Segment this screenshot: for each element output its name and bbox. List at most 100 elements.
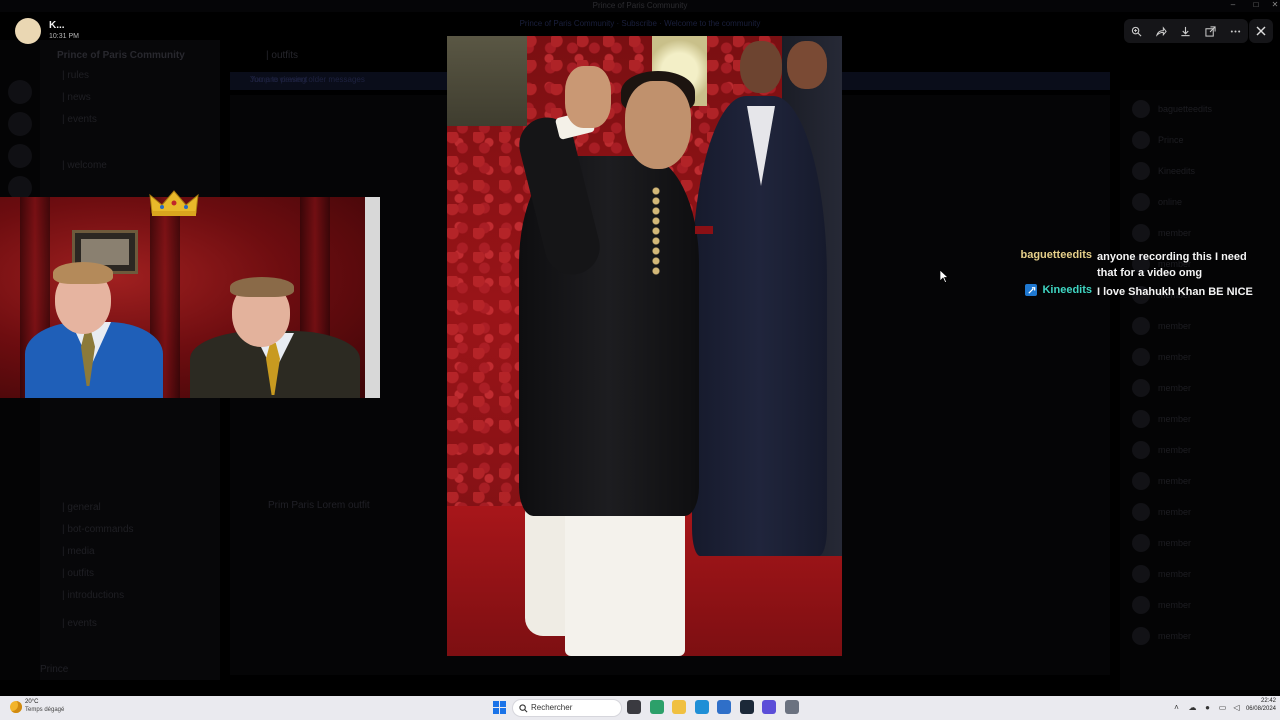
network-icon[interactable]: ▭ <box>1218 703 1227 712</box>
member-item[interactable]: member <box>1132 472 1272 490</box>
member-item[interactable]: member <box>1132 348 1272 366</box>
clock-date[interactable]: 06/08/2024 <box>1240 706 1276 712</box>
member-name: Kineedits <box>1158 166 1196 176</box>
webcam-overlay <box>0 197 380 398</box>
window-titlebar: Prince of Paris Community <box>0 0 1280 12</box>
member-item[interactable]: online <box>1132 193 1272 211</box>
search-label: Rechercher <box>531 703 573 712</box>
server-icon[interactable] <box>8 112 32 136</box>
channel-item[interactable]: | rules <box>62 70 89 81</box>
member-item[interactable]: baguetteedits <box>1132 100 1272 118</box>
member-name: member <box>1158 321 1192 331</box>
open-external-icon[interactable] <box>1203 23 1219 39</box>
member-avatar <box>1132 193 1150 211</box>
member-item[interactable]: member <box>1132 503 1272 521</box>
channel-item[interactable]: | outfits <box>62 568 94 579</box>
zoom-in-icon[interactable] <box>1128 23 1144 39</box>
member-name: member <box>1158 476 1192 486</box>
server-icon[interactable] <box>8 80 32 104</box>
author-avatar[interactable] <box>15 18 41 44</box>
member-item[interactable]: member <box>1132 627 1272 645</box>
taskbar-search[interactable]: Rechercher <box>512 699 622 717</box>
task-view-icon[interactable] <box>627 700 641 714</box>
start-menu-icon[interactable] <box>493 701 506 714</box>
maximize-icon[interactable]: □ <box>1249 0 1263 10</box>
member-name: online <box>1158 197 1183 207</box>
channel-item[interactable]: | bot-commands <box>62 524 134 535</box>
member-avatar <box>1132 410 1150 428</box>
member-item[interactable]: member <box>1132 379 1272 397</box>
channel-item[interactable]: | news <box>62 92 91 103</box>
close-viewer-button[interactable] <box>1249 19 1273 43</box>
tray-chevron-icon[interactable]: ˄ <box>1172 703 1181 712</box>
member-avatar <box>1132 596 1150 614</box>
crown-icon <box>149 190 199 216</box>
edge-icon[interactable] <box>694 700 709 714</box>
member-item[interactable]: Kineedits <box>1132 162 1272 180</box>
message-preview: Prim Paris Lorem outfit <box>268 500 370 511</box>
member-item[interactable]: member <box>1132 534 1272 552</box>
more-icon[interactable] <box>1228 23 1244 39</box>
channel-header: | outfits <box>266 50 299 61</box>
member-item[interactable]: member <box>1132 441 1272 459</box>
member-item[interactable]: member <box>1132 410 1272 428</box>
member-name: member <box>1158 538 1192 548</box>
file-explorer-icon[interactable] <box>672 700 686 714</box>
obs-icon[interactable] <box>762 700 776 714</box>
channel-item[interactable]: | events <box>62 618 97 629</box>
member-name: member <box>1158 507 1192 517</box>
channel-item[interactable]: | introductions <box>62 590 124 601</box>
taskbar: 20°C Temps dégagé Rechercher ˄ ☁ ● ▭ ◁ 2… <box>0 696 1280 720</box>
image-preview[interactable] <box>447 36 842 656</box>
weather-temperature[interactable]: 20°C <box>25 699 38 705</box>
discord-icon[interactable] <box>649 700 664 714</box>
window-close-icon[interactable]: ✕ <box>1268 0 1280 10</box>
member-name: member <box>1158 228 1192 238</box>
forward-icon[interactable] <box>1153 23 1169 39</box>
server-name[interactable]: Prince of Paris Community <box>57 50 185 61</box>
member-name: baguetteedits <box>1158 104 1213 114</box>
window-title: Prince of Paris Community <box>592 1 688 10</box>
minimize-icon[interactable]: – <box>1226 0 1240 10</box>
member-avatar <box>1132 379 1150 397</box>
member-name: member <box>1158 600 1192 610</box>
download-icon[interactable] <box>1178 23 1194 39</box>
member-avatar <box>1132 224 1150 242</box>
mouse-cursor-icon <box>940 270 949 283</box>
chat-username: Kineedits <box>1042 284 1092 296</box>
member-item[interactable]: member <box>1132 565 1272 583</box>
cloud-icon[interactable]: ☁ <box>1188 703 1197 712</box>
moderator-badge-icon <box>1025 284 1037 296</box>
member-avatar <box>1132 100 1150 118</box>
close-icon <box>1256 26 1266 36</box>
member-name: member <box>1158 383 1192 393</box>
member-name: Prince <box>1158 135 1184 145</box>
channel-item[interactable]: | events <box>62 114 97 125</box>
member-avatar <box>1132 162 1150 180</box>
member-item[interactable]: Prince <box>1132 131 1272 149</box>
member-item[interactable]: member <box>1132 317 1272 335</box>
weather-description[interactable]: Temps dégagé <box>25 707 64 713</box>
member-avatar <box>1132 348 1150 366</box>
channel-item[interactable]: | general <box>62 502 101 513</box>
chat-username: baguetteedits <box>1020 249 1092 261</box>
member-item[interactable]: member <box>1132 224 1272 242</box>
clock-time[interactable]: 22:42 <box>1240 698 1276 704</box>
author-name[interactable]: K... <box>49 20 65 31</box>
member-avatar <box>1132 317 1150 335</box>
microphone-icon[interactable]: ● <box>1203 703 1212 712</box>
background-banner: Prince of Paris Community · Subscribe · … <box>519 19 761 28</box>
user-panel[interactable]: Prince <box>40 662 220 686</box>
weather-icon[interactable] <box>10 701 22 713</box>
channel-item[interactable]: | welcome <box>62 160 107 171</box>
server-icon[interactable] <box>8 144 32 168</box>
settings-icon[interactable] <box>784 700 799 714</box>
member-name: member <box>1158 445 1192 455</box>
member-name: member <box>1158 352 1192 362</box>
member-item[interactable]: member <box>1132 596 1272 614</box>
store-icon[interactable] <box>717 700 731 714</box>
channel-item[interactable]: | media <box>62 546 95 557</box>
member-avatar <box>1132 627 1150 645</box>
steam-icon[interactable] <box>739 700 754 714</box>
member-avatar <box>1132 565 1150 583</box>
